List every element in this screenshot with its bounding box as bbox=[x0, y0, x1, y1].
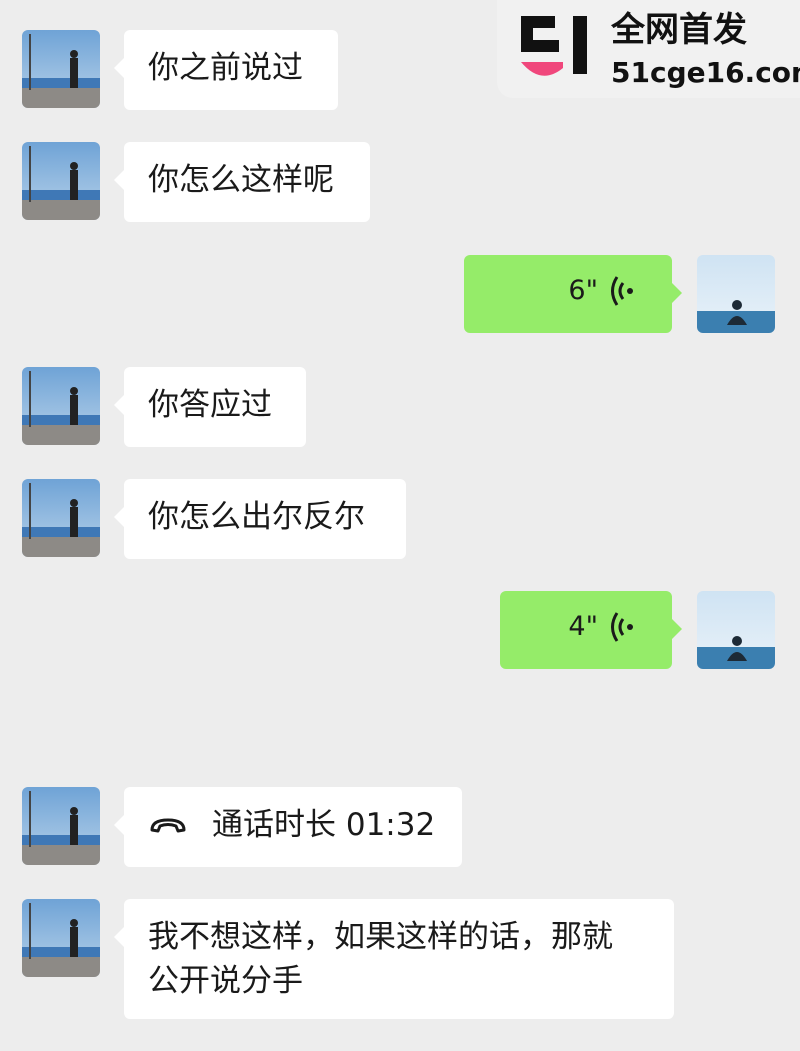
message-row: 你怎么这样呢 bbox=[0, 142, 800, 222]
message-row: 我不想这样，如果这样的话，那就 公开说分手 bbox=[0, 899, 800, 1021]
incoming-text-bubble[interactable]: 你怎么这样呢 bbox=[114, 142, 370, 222]
incoming-text-bubble[interactable]: 我不想这样，如果这样的话，那就 公开说分手 bbox=[114, 899, 674, 1019]
phone-hangup-icon bbox=[150, 818, 186, 833]
contact-avatar[interactable] bbox=[22, 787, 100, 865]
voice-duration: 6" bbox=[568, 275, 598, 306]
message-row: 6" bbox=[0, 255, 800, 335]
message-text: 你答应过 bbox=[148, 387, 272, 423]
incoming-text-bubble[interactable]: 你之前说过 bbox=[114, 30, 338, 110]
incoming-text-bubble[interactable]: 你怎么出尔反尔 bbox=[114, 479, 406, 559]
outgoing-voice-bubble[interactable]: 4" bbox=[500, 591, 682, 669]
voice-duration: 4" bbox=[568, 611, 598, 642]
incoming-call-bubble[interactable]: 通话时长 01:32 bbox=[114, 787, 462, 867]
voice-wave-icon bbox=[611, 612, 633, 642]
message-text: 你怎么这样呢 bbox=[148, 162, 334, 198]
contact-avatar[interactable] bbox=[22, 899, 100, 977]
contact-avatar[interactable] bbox=[22, 479, 100, 557]
outgoing-voice-bubble[interactable]: 6" bbox=[464, 255, 682, 333]
message-row: 通话时长 01:32 bbox=[0, 787, 800, 867]
message-text: 我不想这样，如果这样的话，那就 公开说分手 bbox=[148, 919, 613, 999]
incoming-text-bubble[interactable]: 你答应过 bbox=[114, 367, 306, 447]
contact-avatar[interactable] bbox=[22, 367, 100, 445]
message-text: 你怎么出尔反尔 bbox=[148, 499, 365, 535]
message-row: 你怎么出尔反尔 bbox=[0, 479, 800, 559]
message-row: 4" bbox=[0, 591, 800, 671]
message-row: 你答应过 bbox=[0, 367, 800, 447]
my-avatar[interactable] bbox=[697, 591, 775, 669]
message-text: 你之前说过 bbox=[148, 50, 303, 86]
message-row: 你之前说过 bbox=[0, 30, 800, 110]
my-avatar[interactable] bbox=[697, 255, 775, 333]
voice-wave-icon bbox=[611, 276, 633, 306]
call-duration-text: 通话时长 01:32 bbox=[212, 807, 436, 843]
contact-avatar[interactable] bbox=[22, 30, 100, 108]
contact-avatar[interactable] bbox=[22, 142, 100, 220]
